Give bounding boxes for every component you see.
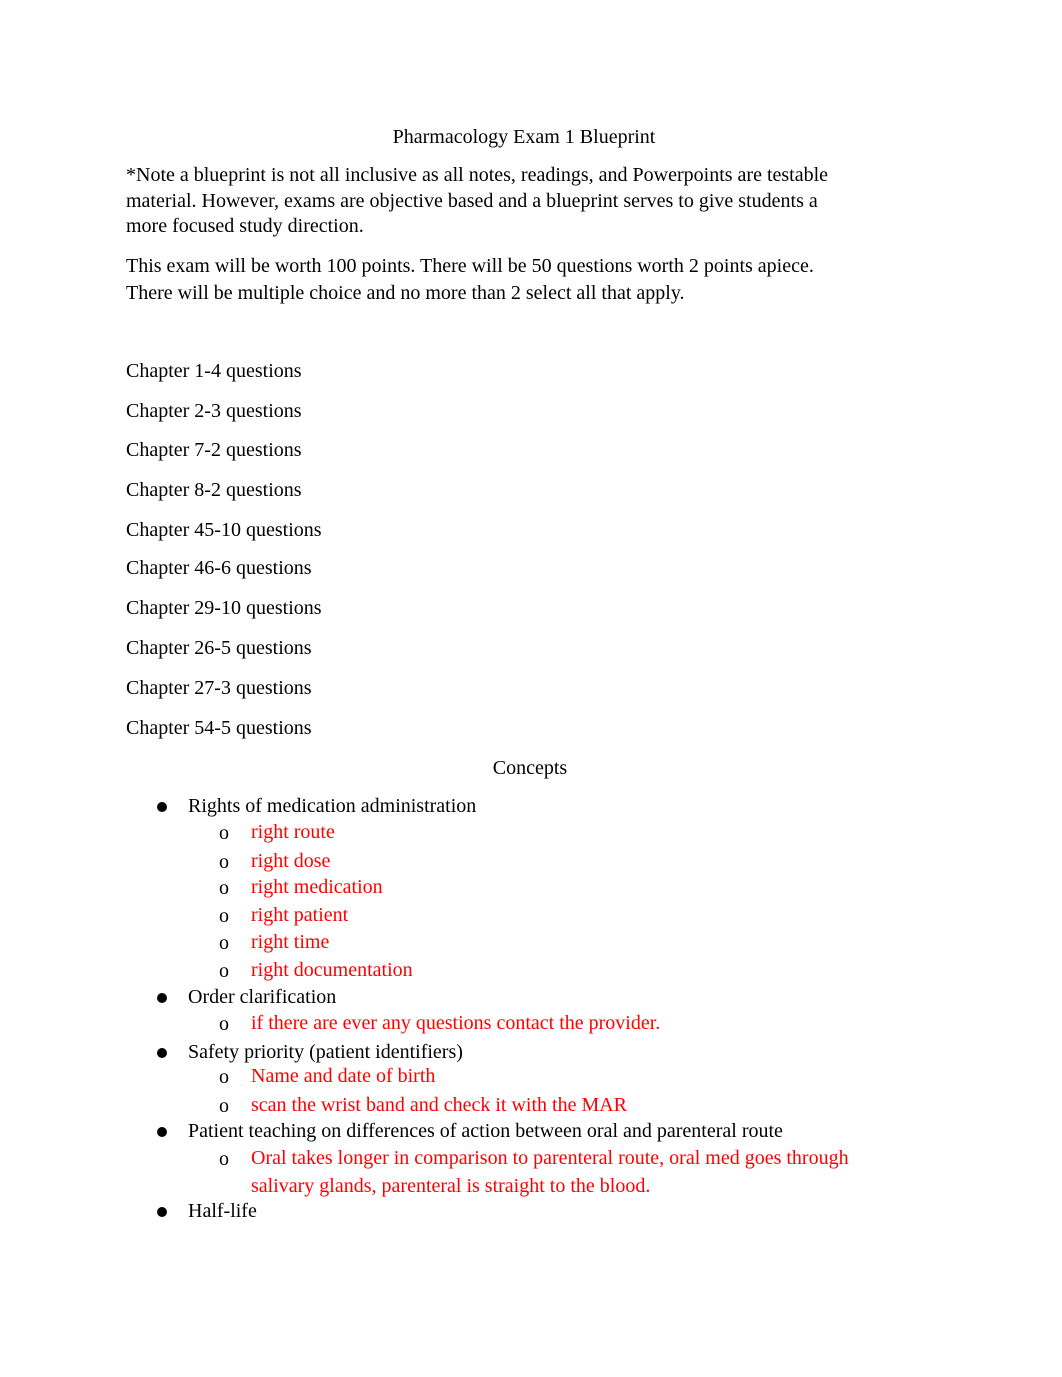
concepts-heading: Concepts: [492, 757, 568, 779]
chapter-item: Chapter 54-5 questions: [126, 717, 312, 739]
sub-bullet-icon: o: [219, 1013, 229, 1035]
concept-subitem: right time: [251, 931, 330, 953]
chapter-item: Chapter 2-3 questions: [126, 400, 302, 422]
note-line-3: more focused study direction.: [126, 215, 364, 237]
sub-bullet-icon: o: [219, 905, 229, 927]
concept-subitem: Name and date of birth: [251, 1065, 436, 1087]
chapter-item: Chapter 45-10 questions: [126, 519, 322, 541]
sub-bullet-icon: o: [219, 822, 229, 844]
chapter-item: Chapter 8-2 questions: [126, 479, 302, 501]
concept-subitem: right medication: [251, 876, 383, 898]
bullet-icon: [157, 802, 167, 812]
bullet-icon: [157, 1207, 167, 1217]
bullet-icon: [157, 993, 167, 1003]
sub-bullet-icon: o: [219, 877, 229, 899]
sub-bullet-icon: o: [219, 851, 229, 873]
concept-subitem: scan the wrist band and check it with th…: [251, 1094, 628, 1116]
sub-bullet-icon: o: [219, 960, 229, 982]
concept-subitem: if there are ever any questions contact …: [251, 1012, 661, 1034]
concept-subitem: right dose: [251, 850, 331, 872]
concept-subitem: right documentation: [251, 959, 413, 981]
chapter-item: Chapter 27-3 questions: [126, 677, 312, 699]
bullet-icon: [157, 1127, 167, 1137]
concept-label: Order clarification: [188, 986, 337, 1008]
exam-info-line-2: There will be multiple choice and no mor…: [126, 282, 685, 304]
concept-subitem-line-2: salivary glands, parenteral is straight …: [251, 1175, 651, 1197]
concept-subitem-line-1: Oral takes longer in comparison to paren…: [251, 1147, 849, 1169]
concept-label: Half-life: [188, 1200, 257, 1222]
chapter-item: Chapter 46-6 questions: [126, 557, 312, 579]
document-title: Pharmacology Exam 1 Blueprint: [392, 126, 656, 148]
sub-bullet-icon: o: [219, 1066, 229, 1088]
exam-info-line-1: This exam will be worth 100 points. Ther…: [126, 255, 814, 277]
note-line-2: material. However, exams are objective b…: [126, 190, 818, 212]
sub-bullet-icon: o: [219, 1148, 229, 1170]
chapter-item: Chapter 7-2 questions: [126, 439, 302, 461]
concept-label: Patient teaching on differences of actio…: [188, 1120, 783, 1142]
concept-subitem: right patient: [251, 904, 349, 926]
sub-bullet-icon: o: [219, 1095, 229, 1117]
bullet-icon: [157, 1048, 167, 1058]
concept-subitem: right route: [251, 821, 335, 843]
concept-label: Safety priority (patient identifiers): [188, 1041, 463, 1063]
document-page: Pharmacology Exam 1 Blueprint *Note a bl…: [0, 0, 1062, 1377]
chapter-item: Chapter 1-4 questions: [126, 360, 302, 382]
chapter-item: Chapter 26-5 questions: [126, 637, 312, 659]
sub-bullet-icon: o: [219, 932, 229, 954]
chapter-item: Chapter 29-10 questions: [126, 597, 322, 619]
note-line-1: *Note a blueprint is not all inclusive a…: [126, 164, 829, 186]
concept-label: Rights of medication administration: [188, 795, 477, 817]
